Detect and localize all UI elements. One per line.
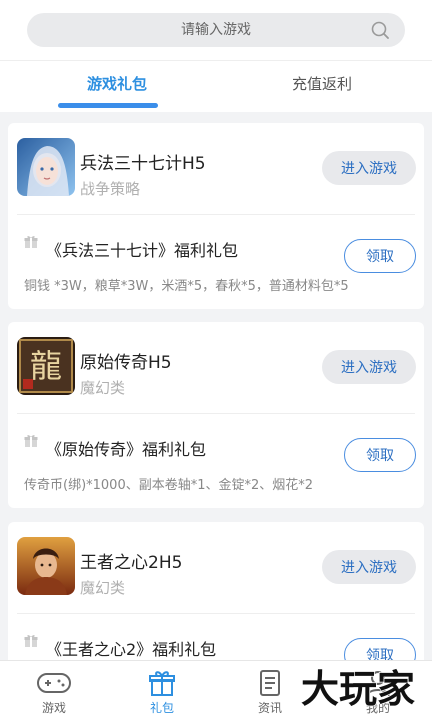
tab-recharge-rebate[interactable]: 充值返利	[222, 62, 422, 104]
search-bar[interactable]	[27, 13, 405, 47]
gift-pack-contents: 铜钱 *3W，粮草*3W，米酒*5，春秋*5，普通材料包*5	[24, 279, 349, 294]
tab-game-gifts[interactable]: 游戏礼包	[17, 62, 217, 104]
nav-item-games[interactable]: 游戏	[0, 661, 108, 720]
enter-game-button[interactable]: 进入游戏	[322, 151, 416, 185]
news-icon	[260, 670, 280, 696]
enter-game-button[interactable]: 进入游戏	[322, 350, 416, 384]
gift-icon	[24, 435, 38, 447]
game-card: 龍 原始传奇H5 魔幻类 进入游戏 《原始传奇》福利礼包 领取 传奇币(绑)*1…	[8, 322, 424, 508]
game-name: 兵法三十七计H5	[80, 154, 206, 174]
gift-pack-title: 《兵法三十七计》福利礼包	[46, 241, 239, 260]
divider	[17, 613, 415, 614]
nav-label: 礼包	[149, 701, 174, 715]
nav-label: 游戏	[41, 701, 66, 715]
gift-pack-title: 《王者之心2》福利礼包	[46, 640, 217, 659]
claim-button[interactable]: 领取	[344, 438, 416, 472]
game-icon-bingfa[interactable]	[17, 138, 75, 196]
game-name: 王者之心2H5	[80, 553, 183, 573]
game-card: 兵法三十七计H5 战争策略 进入游戏 《兵法三十七计》福利礼包 领取 铜钱 *3…	[8, 123, 424, 309]
enter-game-button[interactable]: 进入游戏	[322, 550, 416, 584]
gift-icon	[149, 671, 175, 696]
gift-icon	[24, 236, 38, 248]
game-name: 原始传奇H5	[80, 353, 172, 373]
svg-text:大玩家: 大玩家	[301, 667, 415, 711]
gift-pack-title: 《原始传奇》福利礼包	[46, 440, 207, 459]
nav-item-gifts[interactable]: 礼包	[108, 661, 216, 720]
divider	[0, 60, 432, 61]
search-icon[interactable]	[371, 21, 389, 39]
game-category: 战争策略	[80, 180, 141, 198]
game-icon-wangzhe[interactable]	[17, 537, 75, 595]
svg-text:龍: 龍	[30, 347, 62, 385]
divider	[17, 214, 415, 215]
watermark-logo: 大玩家	[300, 666, 416, 712]
gamepad-icon	[37, 673, 71, 693]
game-category: 魔幻类	[80, 579, 126, 597]
header: 游戏礼包 充值返利	[0, 0, 432, 112]
claim-button[interactable]: 领取	[344, 239, 416, 273]
game-icon-yuanshi[interactable]: 龍	[17, 337, 75, 395]
divider	[17, 413, 415, 414]
game-category: 魔幻类	[80, 379, 126, 397]
active-tab-indicator	[58, 103, 158, 108]
search-input[interactable]	[66, 22, 366, 38]
gift-pack-contents: 传奇币(绑)*1000、副本卷轴*1、金锭*2、烟花*2	[24, 478, 314, 493]
gift-icon	[24, 635, 38, 647]
